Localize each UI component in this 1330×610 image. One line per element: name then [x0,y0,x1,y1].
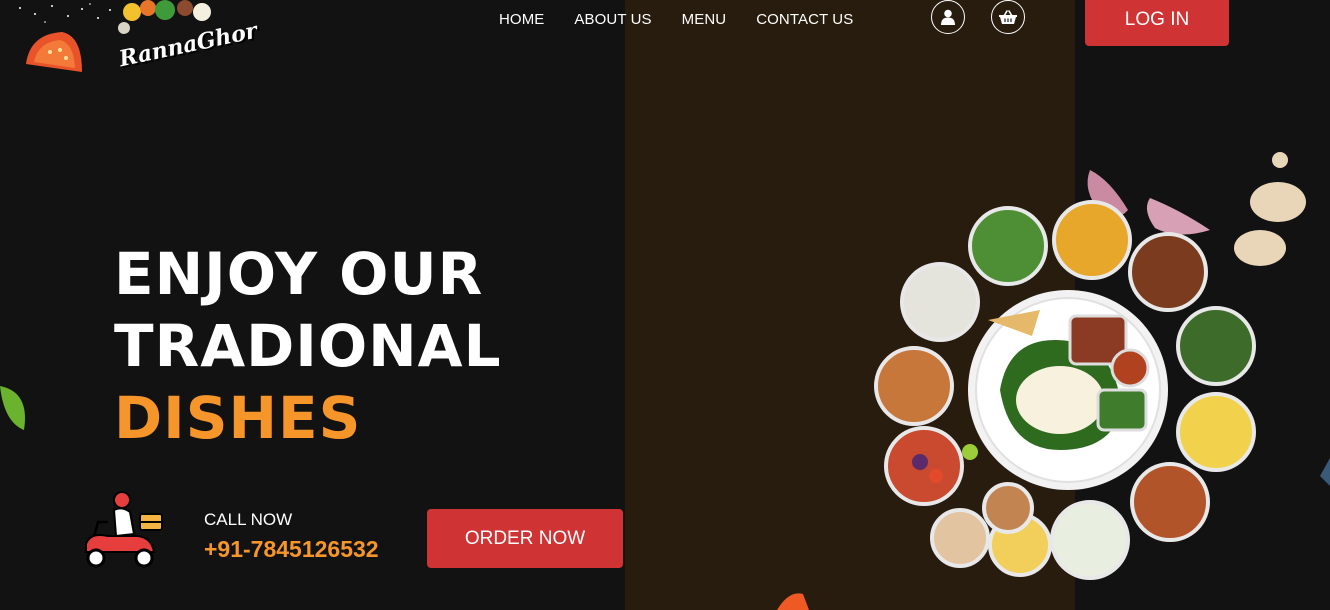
nav-contact-us[interactable]: CONTACT US [756,11,853,28]
leaf-icon [0,386,25,430]
login-button[interactable]: LOG IN [1085,0,1229,46]
main-nav: HOME ABOUT US MENU CONTACT US [499,11,883,28]
nav-about-us[interactable]: ABOUT US [574,11,651,28]
nav-home[interactable]: HOME [499,11,544,28]
cart-button[interactable] [991,0,1025,34]
tomato-slice-icon [26,32,82,72]
delivery-scooter-icon [85,491,163,568]
nav-menu[interactable]: MENU [682,11,727,28]
carrot-slice-icon [777,593,809,610]
decorative-shape [1320,458,1330,486]
account-button[interactable] [931,0,965,34]
thali-food-image [874,152,1306,580]
order-now-button[interactable]: ORDER NOW [427,509,623,568]
brand-logo[interactable]: RannaGhor [110,0,260,82]
call-now-label: CALL NOW [204,510,293,529]
hero-line-1: ENJOY OUR [114,240,484,308]
hero-line-3: DISHES [114,384,362,452]
hero-line-2: TRADIONAL [114,312,502,380]
phone-number[interactable]: +91-7845126532 [204,536,379,563]
hero-heading: ENJOY OUR TRADIONAL DISHES [114,238,502,454]
user-icon [941,9,955,25]
basket-icon [999,9,1017,24]
